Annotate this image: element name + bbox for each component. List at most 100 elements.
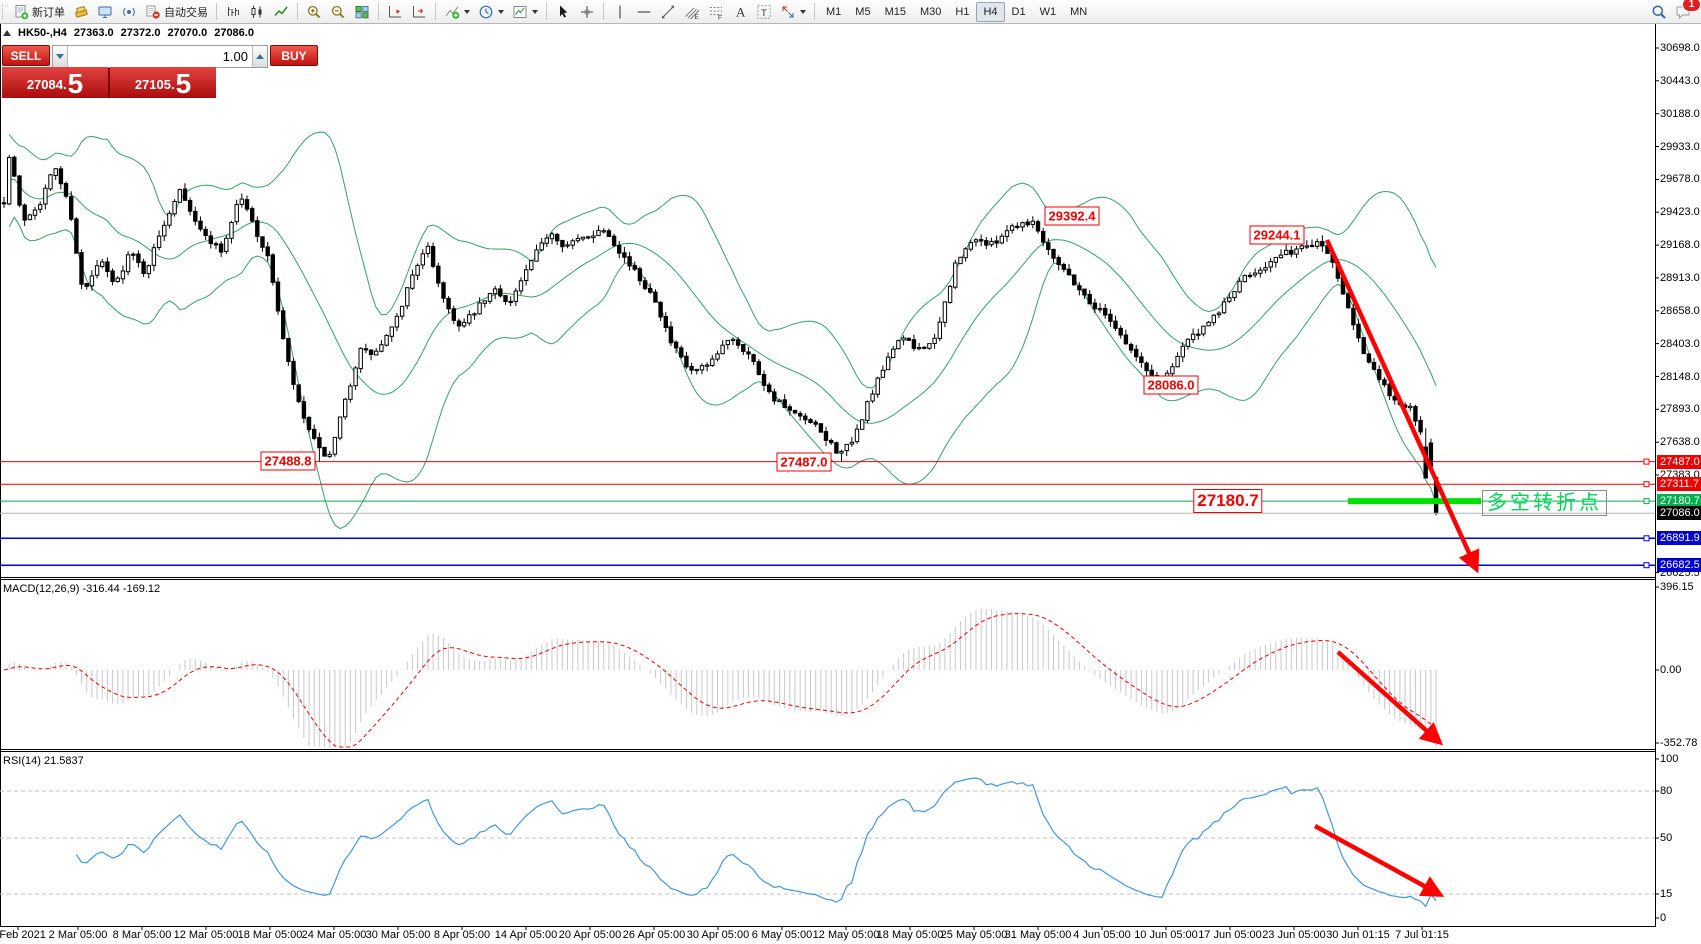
chart-price-label[interactable]: 28086.0: [1144, 375, 1199, 394]
buy-price[interactable]: 27105.5: [110, 67, 216, 98]
notification-badge: 1: [1682, 0, 1701, 12]
market-watch-button[interactable]: [93, 1, 117, 23]
channel-tool-button[interactable]: E: [680, 1, 704, 23]
profile-button[interactable]: [69, 1, 93, 23]
time-axis-label: 17 Jun 05:00: [1198, 929, 1262, 941]
chart-shift-button[interactable]: [383, 1, 407, 23]
price-axis-label: 29423.0: [1660, 206, 1700, 218]
chart-shift-icon: [387, 4, 403, 20]
volume-input[interactable]: [68, 46, 252, 67]
separator: [216, 3, 217, 20]
time-axis-label: 12 May 05:00: [813, 929, 880, 941]
text-icon: A: [732, 4, 748, 20]
arrows-icon: [780, 4, 796, 20]
horizontal-level-lines[interactable]: [0, 459, 1655, 568]
chart-price-label[interactable]: 27180.7: [1193, 489, 1262, 513]
dropdown-caret-icon: [464, 10, 470, 14]
price-axis-label: 30188.0: [1660, 108, 1700, 120]
price-axis-label: 30443.0: [1660, 75, 1700, 87]
vertical-line-tool-button[interactable]: [608, 1, 632, 23]
timeframe-H1[interactable]: H1: [948, 2, 976, 22]
buy-button[interactable]: BUY: [270, 45, 318, 66]
time-axis-label: 6 May 05:00: [752, 929, 813, 941]
tile-windows-icon: [354, 4, 370, 20]
separator: [435, 3, 436, 20]
sell-button[interactable]: SELL: [2, 45, 50, 66]
time-axis-label: 24 Mar 05:00: [302, 929, 367, 941]
timeframe-M15[interactable]: M15: [878, 2, 913, 22]
sell-price[interactable]: 27084.5: [2, 67, 108, 98]
crosshair-tool-button[interactable]: [575, 1, 599, 23]
search-button[interactable]: [1647, 1, 1671, 23]
cursor-tool-button[interactable]: [551, 1, 575, 23]
arrows-tool-button[interactable]: [776, 1, 810, 23]
turning-point-note[interactable]: 多空转折点: [1482, 490, 1607, 516]
cursor-icon: [555, 4, 571, 20]
zoom-in-button[interactable]: [302, 1, 326, 23]
price-axis-badge: 26682.5: [1657, 558, 1701, 572]
navigator-button[interactable]: [117, 1, 141, 23]
annotation-arrows[interactable]: [1315, 240, 1475, 893]
candlestick-icon: [249, 4, 265, 20]
text-label-tool-button[interactable]: T: [752, 1, 776, 23]
price-axis-label: 27893.0: [1660, 403, 1700, 415]
separator: [546, 3, 547, 20]
chart-price-label[interactable]: 27488.8: [261, 452, 316, 471]
time-axis-label: 26 Apr 05:00: [623, 929, 685, 941]
one-click-trading-panel: SELL BUY 27084.5 27105.5: [2, 45, 216, 98]
macd-axis-label: 0.00: [1660, 664, 1681, 676]
time-axis-label: 8 Mar 05:00: [113, 929, 172, 941]
auto-scroll-icon: [411, 4, 427, 20]
new-order-icon: [13, 4, 29, 20]
candle-chart-mode-button[interactable]: [245, 1, 269, 23]
timeframe-M1[interactable]: M1: [819, 2, 848, 22]
notifications-button[interactable]: 1: [1671, 1, 1695, 23]
new-order-label: 新订单: [32, 4, 65, 20]
market-watch-icon: [97, 4, 113, 20]
vertical-line-icon: [612, 4, 628, 20]
timeframe-MN[interactable]: MN: [1063, 2, 1094, 22]
collapse-arrow-icon[interactable]: [3, 30, 11, 36]
volume-control: [52, 45, 268, 68]
new-order-button[interactable]: 新订单: [9, 1, 69, 23]
bar-chart-mode-button[interactable]: [221, 1, 245, 23]
text-tool-button[interactable]: A: [728, 1, 752, 23]
timeframe-H4[interactable]: H4: [976, 2, 1004, 22]
time-axis-label: 25 May 05:00: [941, 929, 1008, 941]
quote-high: 27372.0: [121, 27, 161, 39]
periods-button[interactable]: [474, 1, 508, 23]
dropdown-caret-icon: [498, 10, 504, 14]
timeframe-M5[interactable]: M5: [848, 2, 877, 22]
time-axis-label: 4 Jun 05:00: [1073, 929, 1131, 941]
timeframe-M30[interactable]: M30: [913, 2, 948, 22]
timeframe-W1[interactable]: W1: [1033, 2, 1064, 22]
price-axis-badge: 27086.0: [1657, 506, 1701, 520]
separator: [603, 3, 604, 20]
timeframe-D1[interactable]: D1: [1005, 2, 1033, 22]
symbol-period: HK50-,H4: [18, 27, 67, 39]
autotrade-button[interactable]: 自动交易: [141, 1, 212, 23]
price-axis-label: 30698.0: [1660, 42, 1700, 54]
price-axis-badge: 27487.0: [1657, 455, 1701, 469]
auto-scroll-button[interactable]: [407, 1, 431, 23]
volume-increase-button[interactable]: [252, 46, 267, 67]
templates-button[interactable]: [508, 1, 542, 23]
zoom-out-button[interactable]: [326, 1, 350, 23]
tile-windows-button[interactable]: [350, 1, 374, 23]
chart-price-label[interactable]: 29244.1: [1250, 226, 1305, 245]
horizontal-line-tool-button[interactable]: [632, 1, 656, 23]
indicators-button[interactable]: [440, 1, 474, 23]
trendline-icon: [660, 4, 676, 20]
chart-price-label[interactable]: 27487.0: [777, 452, 832, 471]
trendline-tool-button[interactable]: [656, 1, 680, 23]
price-axis-label: 28913.0: [1660, 272, 1700, 284]
fibonacci-tool-button[interactable]: F: [704, 1, 728, 23]
line-chart-mode-button[interactable]: [269, 1, 293, 23]
time-axis-label: 18 May 05:00: [877, 929, 944, 941]
macd-indicator: [4, 608, 1436, 747]
chart-canvas[interactable]: [0, 0, 1701, 944]
chart-price-label[interactable]: 29392.4: [1045, 207, 1100, 226]
volume-decrease-button[interactable]: [53, 46, 68, 67]
time-axis-label: 10 Jun 05:00: [1134, 929, 1198, 941]
rsi-axis-label: 50: [1660, 832, 1672, 844]
